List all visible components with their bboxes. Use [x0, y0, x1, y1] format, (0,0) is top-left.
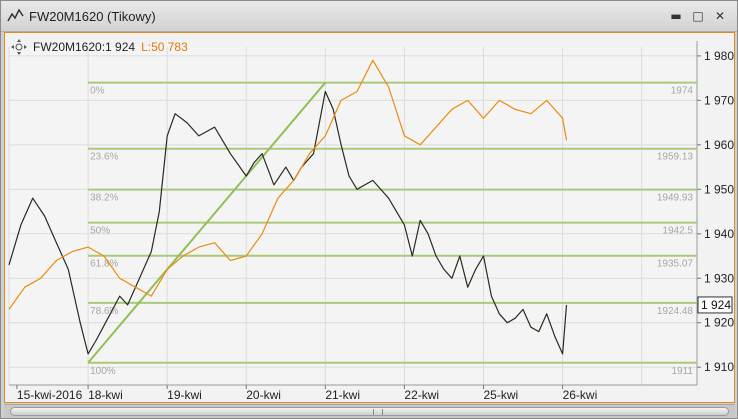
x-tick-label: 18-kwi [88, 388, 123, 402]
x-tick-label: 22-kwi [404, 388, 439, 402]
x-tick-label: 20-kwi [246, 388, 281, 402]
minimize-icon[interactable]: ▬ [667, 7, 685, 25]
chart-legend: FW20M1620:1 924 L:50 783 [11, 39, 188, 55]
fib-value-label: 1974 [671, 86, 694, 97]
x-tick-label: 21-kwi [325, 388, 360, 402]
move-crosshair-icon[interactable] [11, 39, 27, 55]
y-tick-label: 1 970 [704, 93, 734, 107]
title-bar[interactable]: FW20M1620 (Tikowy) ▬ □ ✕ [1, 1, 737, 32]
fib-value-label: 1911 [671, 366, 693, 377]
chart-app-icon [7, 8, 24, 22]
fib-pct-label: 38.2% [90, 193, 118, 204]
y-tick-label: 1 910 [704, 360, 734, 374]
fib-value-label: 1949.93 [657, 193, 694, 204]
l-value-label: L:50 783 [141, 40, 188, 54]
x-tick-label: 19-kwi [167, 388, 202, 402]
y-tick-label: 1 940 [704, 227, 734, 241]
price-chart[interactable]: 1 910 1 920 1 930 1 940 1 950 1 960 1 970 1 980… [5, 33, 734, 402]
scroll-grip-icon [373, 409, 383, 415]
fib-value-label: 1924.48 [657, 306, 694, 317]
fib-pct-label: 100% [90, 366, 116, 377]
y-tick-label: 1 980 [704, 49, 734, 63]
scrollbar-thumb[interactable] [10, 407, 729, 416]
fib-value-label: 1959.13 [657, 152, 694, 163]
fib-pct-label: 50% [90, 226, 110, 237]
x-tick-label: 26-kwi [563, 388, 598, 402]
last-price-label: 1 924 [701, 298, 731, 312]
y-tick-label: 1 930 [704, 271, 734, 285]
y-tick-label: 1 950 [704, 182, 734, 196]
chart-panel[interactable]: 1 910 1 920 1 930 1 940 1 950 1 960 1 970 1 980… [4, 32, 735, 403]
window-title: FW20M1620 (Tikowy) [29, 9, 156, 24]
fib-pct-label: 23.6% [90, 152, 118, 163]
maximize-icon[interactable]: □ [689, 7, 707, 25]
fib-value-label: 1935.07 [657, 259, 694, 270]
x-tick-label: 25-kwi [483, 388, 518, 402]
y-tick-label: 1 920 [704, 316, 734, 330]
horizontal-scrollbar[interactable] [4, 404, 735, 418]
fib-value-label: 1942.5 [662, 226, 693, 237]
fib-pct-label: 61.8% [90, 259, 118, 270]
x-tick-label: 15-kwi-2016 [17, 388, 83, 402]
y-tick-label: 1 960 [704, 138, 734, 152]
close-icon[interactable]: ✕ [711, 7, 729, 25]
fib-pct-label: 0% [90, 86, 105, 97]
app-window: FW20M1620 (Tikowy) ▬ □ ✕ 1 910 1 920 1 930… [0, 0, 738, 419]
symbol-label: FW20M1620:1 924 [33, 40, 136, 54]
